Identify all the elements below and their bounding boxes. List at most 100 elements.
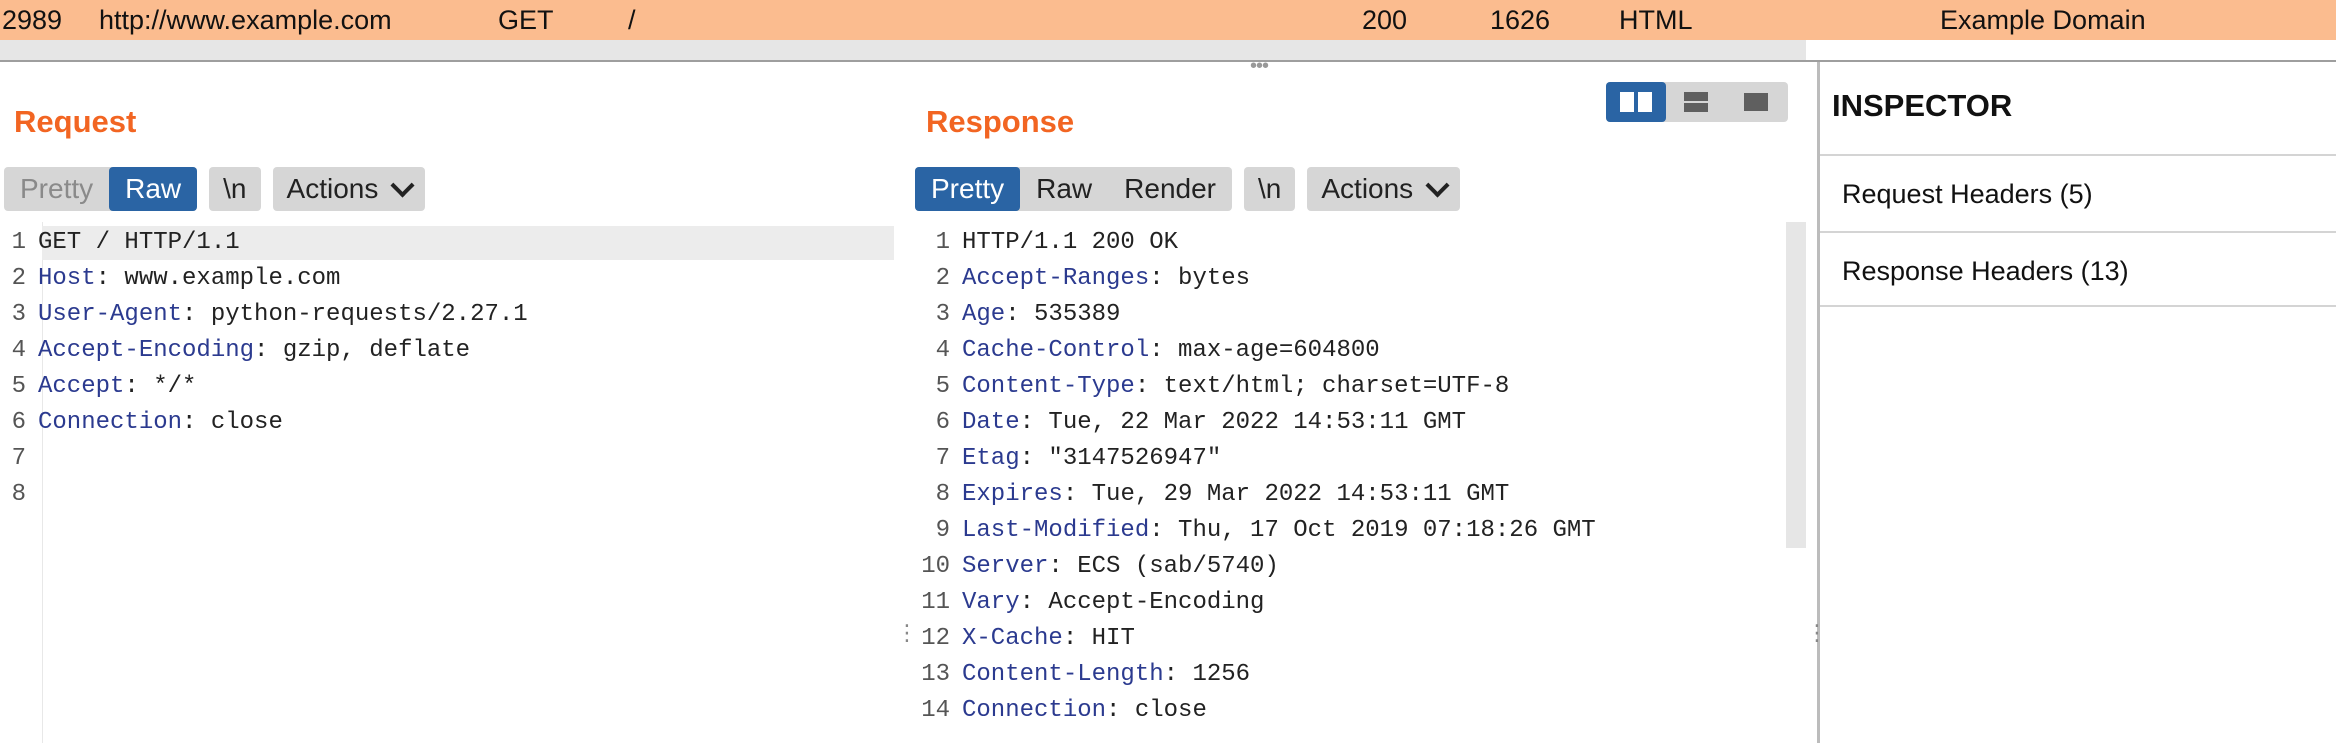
request-editor[interactable]: 1 GET / HTTP/1.1 2 Host: www.example.com 3 Us…	[0, 225, 894, 743]
header-name: Content-Type	[962, 373, 1135, 400]
history-host: http://www.example.com	[99, 5, 392, 35]
line-number: 2	[11, 265, 26, 292]
code-line: 2 Accept-Ranges: bytes	[910, 261, 1250, 297]
header-name: Etag	[962, 445, 1020, 472]
code-line: 6 Connection: close	[0, 405, 283, 441]
history-mime: HTML	[1619, 5, 1693, 35]
header-name: Content-Length	[962, 661, 1164, 688]
history-method: GET	[498, 5, 554, 35]
line-number: 13	[921, 661, 950, 688]
header-value: : Tue, 22 Mar 2022 14:53:11 GMT	[1019, 409, 1467, 436]
code-line: 10 Server: ECS (sab/5740)	[910, 549, 1279, 585]
line-number: 7	[935, 445, 950, 472]
code-line: 4 Accept-Encoding: gzip, deflate	[0, 333, 471, 369]
header-value: : "3147526947"	[1019, 445, 1222, 472]
line-number: 7	[11, 445, 26, 472]
header-name: Age	[962, 301, 1006, 328]
history-row-selected[interactable]: 2989 http://www.example.com GET / 200 16…	[0, 0, 2336, 40]
columns-icon	[1620, 92, 1652, 112]
request-actions-button[interactable]: Actions	[272, 167, 426, 211]
header-value: : www.example.com	[95, 265, 341, 292]
layout-toggle	[1606, 82, 1788, 122]
header-name: Date	[962, 409, 1020, 436]
code-line: 5 Accept: */*	[0, 369, 197, 405]
response-view-tabs: Pretty Raw Render	[915, 167, 1232, 211]
header-name: Expires	[962, 481, 1063, 508]
response-tab-render[interactable]: Render	[1108, 167, 1232, 211]
request-view-tabs: Pretty Raw	[4, 167, 198, 211]
response-tab-pretty[interactable]: Pretty	[915, 167, 1021, 211]
header-name: Connection	[38, 409, 183, 436]
header-value: : HIT	[1062, 625, 1135, 652]
code-line: 12 X-Cache: HIT	[910, 621, 1135, 657]
inspector-title: INSPECTOR	[1832, 88, 2013, 123]
header-name: Accept-Ranges	[962, 265, 1150, 292]
response-newline-toggle[interactable]: \n	[1244, 167, 1296, 211]
history-id: 2989	[2, 5, 63, 35]
inspector-response-headers[interactable]: Response Headers (13)	[1820, 231, 2336, 307]
header-value: : close	[182, 409, 283, 436]
line-number: 9	[935, 517, 950, 544]
header-name: Vary	[962, 589, 1020, 616]
code-line: 1 GET / HTTP/1.1	[0, 225, 240, 261]
code-line: 5 Content-Type: text/html; charset=UTF-8	[910, 369, 1510, 405]
inspector-resize-handle-icon[interactable]: ⋮	[1806, 622, 1828, 644]
request-tab-pretty[interactable]: Pretty	[4, 167, 109, 211]
header-name: User-Agent	[38, 301, 183, 328]
history-path: /	[628, 5, 636, 35]
header-value: : Accept-Encoding	[1019, 589, 1265, 616]
header-name: Accept-Encoding	[38, 337, 255, 364]
chevron-down-icon	[1425, 172, 1450, 198]
header-value: : 1256	[1163, 661, 1251, 688]
history-scrollbar[interactable]	[0, 40, 1806, 60]
line-number: 3	[11, 301, 26, 328]
request-tab-raw[interactable]: Raw	[109, 167, 198, 211]
line-number: 5	[935, 373, 950, 400]
layout-side-by-side-button[interactable]	[1606, 82, 1666, 122]
code-line: 7 Etag: "3147526947"	[910, 441, 1222, 477]
response-editor[interactable]: 1 HTTP/1.1 200 OK 2 Accept-Ranges: bytes 3 Ag…	[910, 225, 1786, 743]
inspector-request-headers[interactable]: Request Headers (5)	[1820, 154, 2336, 230]
line-number: 12	[921, 625, 950, 652]
code-line: 4 Cache-Control: max-age=604800	[910, 333, 1380, 369]
request-title: Request	[14, 104, 137, 139]
header-name: Last-Modified	[962, 517, 1150, 544]
header-value: : max-age=604800	[1149, 337, 1380, 364]
resize-handle-icon[interactable]: •••	[1250, 56, 1269, 76]
response-scrollbar[interactable]	[1786, 222, 1806, 548]
header-name: X-Cache	[962, 625, 1063, 652]
line-number: 8	[935, 481, 950, 508]
header-name: Connection	[962, 697, 1107, 724]
request-actions-label: Actions	[286, 173, 379, 204]
header-value: : Tue, 29 Mar 2022 14:53:11 GMT	[1062, 481, 1510, 508]
chevron-down-icon	[390, 172, 415, 198]
response-actions-button[interactable]: Actions	[1307, 167, 1461, 211]
line-number: 1	[11, 229, 26, 256]
code-line: 8	[0, 477, 38, 513]
code-line: 8 Expires: Tue, 29 Mar 2022 14:53:11 GMT	[910, 477, 1510, 513]
response-tab-raw[interactable]: Raw	[1020, 167, 1108, 211]
header-value: : 535389	[1005, 301, 1121, 328]
code-line: 3 User-Agent: python-requests/2.27.1	[0, 297, 528, 333]
history-title: Example Domain	[1940, 5, 2146, 35]
header-value: : ECS (sab/5740)	[1048, 553, 1279, 580]
header-value: : */*	[124, 373, 197, 400]
header-name: Accept	[38, 373, 125, 400]
code-line: 14 Connection: close	[910, 693, 1207, 729]
header-value: : gzip, deflate	[254, 337, 471, 364]
panel-resize-handle-icon[interactable]: ⋮	[896, 622, 918, 644]
line-number: 6	[11, 409, 26, 436]
code-line: 6 Date: Tue, 22 Mar 2022 14:53:11 GMT	[910, 405, 1467, 441]
layout-single-button[interactable]	[1726, 82, 1786, 122]
layout-stacked-button[interactable]	[1666, 82, 1726, 122]
code-line: 1 HTTP/1.1 200 OK	[910, 225, 1178, 261]
code-line: 7	[0, 441, 38, 477]
line-number: 2	[935, 265, 950, 292]
header-value: GET / HTTP/1.1	[38, 229, 240, 256]
code-line: 11 Vary: Accept-Encoding	[910, 585, 1264, 621]
header-name: Host	[38, 265, 96, 292]
line-number: 11	[921, 589, 950, 616]
response-title: Response	[926, 104, 1075, 139]
request-newline-toggle[interactable]: \n	[209, 167, 261, 211]
pane-divider	[0, 60, 2336, 62]
